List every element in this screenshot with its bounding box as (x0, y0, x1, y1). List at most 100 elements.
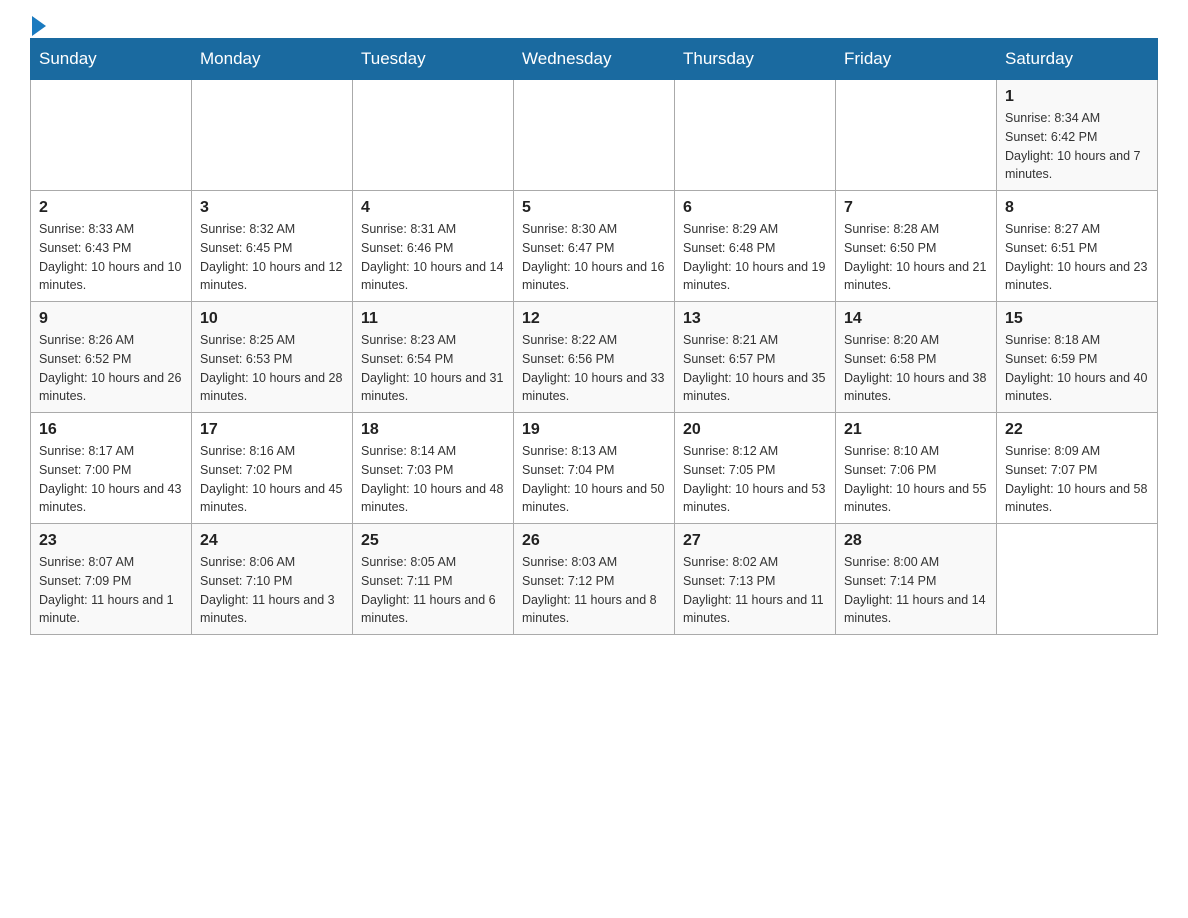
calendar-cell: 13 Sunrise: 8:21 AMSunset: 6:57 PMDayligh… (675, 302, 836, 413)
calendar-header-wednesday: Wednesday (514, 39, 675, 80)
day-number: 6 (683, 199, 827, 217)
calendar-header-saturday: Saturday (997, 39, 1158, 80)
day-number: 14 (844, 310, 988, 328)
calendar-cell: 17Sunrise: 8:16 AMSunset: 7:02 PMDayligh… (192, 413, 353, 524)
day-info: Sunrise: 8:25 AMSunset: 6:53 PMDaylight:… (200, 331, 344, 406)
calendar-header-tuesday: Tuesday (353, 39, 514, 80)
day-number: 10 (200, 310, 344, 328)
day-number: 21 (844, 421, 988, 439)
calendar-header-row: SundayMondayTuesdayWednesdayThursdayFrid… (31, 39, 1158, 80)
day-number: 19 (522, 421, 666, 439)
day-info: Sunrise: 8:26 AMSunset: 6:52 PMDaylight:… (39, 331, 183, 406)
day-number: 1 (1005, 88, 1149, 106)
calendar-week-row: 1 Sunrise: 8:34 AMSunset: 6:42 PMDaylight… (31, 80, 1158, 191)
logo-general-text (30, 20, 46, 36)
day-info: Sunrise: 8:16 AMSunset: 7:02 PMDaylight:… (200, 442, 344, 517)
calendar-header-sunday: Sunday (31, 39, 192, 80)
day-info: Sunrise: 8:07 AMSunset: 7:09 PMDaylight:… (39, 553, 183, 628)
day-number: 27 (683, 532, 827, 550)
calendar-cell: 25 Sunrise: 8:05 AMSunset: 7:11 PMDayligh… (353, 524, 514, 635)
calendar-header-thursday: Thursday (675, 39, 836, 80)
calendar-cell (675, 80, 836, 191)
day-info: Sunrise: 8:09 AMSunset: 7:07 PMDaylight:… (1005, 442, 1149, 517)
day-number: 13 (683, 310, 827, 328)
day-number: 7 (844, 199, 988, 217)
day-info: Sunrise: 8:02 AMSunset: 7:13 PMDaylight:… (683, 553, 827, 628)
calendar-cell: 9Sunrise: 8:26 AMSunset: 6:52 PMDaylight… (31, 302, 192, 413)
calendar-cell: 22 Sunrise: 8:09 AMSunset: 7:07 PMDayligh… (997, 413, 1158, 524)
day-info: Sunrise: 8:00 AMSunset: 7:14 PMDaylight:… (844, 553, 988, 628)
calendar-cell: 10 Sunrise: 8:25 AMSunset: 6:53 PMDayligh… (192, 302, 353, 413)
calendar-cell: 19 Sunrise: 8:13 AMSunset: 7:04 PMDayligh… (514, 413, 675, 524)
day-number: 8 (1005, 199, 1149, 217)
calendar-week-row: 9Sunrise: 8:26 AMSunset: 6:52 PMDaylight… (31, 302, 1158, 413)
day-number: 20 (683, 421, 827, 439)
calendar-cell: 5Sunrise: 8:30 AMSunset: 6:47 PMDaylight… (514, 191, 675, 302)
calendar-week-row: 2Sunrise: 8:33 AMSunset: 6:43 PMDaylight… (31, 191, 1158, 302)
day-info: Sunrise: 8:33 AMSunset: 6:43 PMDaylight:… (39, 220, 183, 295)
day-info: Sunrise: 8:14 AMSunset: 7:03 PMDaylight:… (361, 442, 505, 517)
calendar-cell: 26 Sunrise: 8:03 AMSunset: 7:12 PMDayligh… (514, 524, 675, 635)
calendar-table: SundayMondayTuesdayWednesdayThursdayFrid… (30, 38, 1158, 635)
day-number: 15 (1005, 310, 1149, 328)
calendar-cell: 11Sunrise: 8:23 AMSunset: 6:54 PMDayligh… (353, 302, 514, 413)
calendar-cell (353, 80, 514, 191)
day-number: 11 (361, 310, 505, 328)
logo-triangle-icon (32, 16, 46, 36)
day-number: 16 (39, 421, 183, 439)
logo (30, 20, 46, 28)
calendar-header-monday: Monday (192, 39, 353, 80)
calendar-cell: 4 Sunrise: 8:31 AMSunset: 6:46 PMDaylight… (353, 191, 514, 302)
day-info: Sunrise: 8:03 AMSunset: 7:12 PMDaylight:… (522, 553, 666, 628)
calendar-cell: 1 Sunrise: 8:34 AMSunset: 6:42 PMDaylight… (997, 80, 1158, 191)
calendar-cell (514, 80, 675, 191)
calendar-cell: 6 Sunrise: 8:29 AMSunset: 6:48 PMDaylight… (675, 191, 836, 302)
day-number: 28 (844, 532, 988, 550)
header (30, 20, 1158, 28)
day-number: 24 (200, 532, 344, 550)
day-info: Sunrise: 8:28 AMSunset: 6:50 PMDaylight:… (844, 220, 988, 295)
calendar-cell (836, 80, 997, 191)
day-number: 22 (1005, 421, 1149, 439)
calendar-week-row: 16 Sunrise: 8:17 AMSunset: 7:00 PMDayligh… (31, 413, 1158, 524)
day-info: Sunrise: 8:18 AMSunset: 6:59 PMDaylight:… (1005, 331, 1149, 406)
calendar-cell: 14 Sunrise: 8:20 AMSunset: 6:58 PMDayligh… (836, 302, 997, 413)
day-info: Sunrise: 8:29 AMSunset: 6:48 PMDaylight:… (683, 220, 827, 295)
day-number: 25 (361, 532, 505, 550)
calendar-cell (192, 80, 353, 191)
day-info: Sunrise: 8:32 AMSunset: 6:45 PMDaylight:… (200, 220, 344, 295)
day-info: Sunrise: 8:34 AMSunset: 6:42 PMDaylight:… (1005, 109, 1149, 184)
day-info: Sunrise: 8:13 AMSunset: 7:04 PMDaylight:… (522, 442, 666, 517)
calendar-cell: 3 Sunrise: 8:32 AMSunset: 6:45 PMDaylight… (192, 191, 353, 302)
day-info: Sunrise: 8:10 AMSunset: 7:06 PMDaylight:… (844, 442, 988, 517)
day-number: 5 (522, 199, 666, 217)
calendar-cell: 18Sunrise: 8:14 AMSunset: 7:03 PMDayligh… (353, 413, 514, 524)
calendar-week-row: 23 Sunrise: 8:07 AMSunset: 7:09 PMDayligh… (31, 524, 1158, 635)
calendar-cell: 12Sunrise: 8:22 AMSunset: 6:56 PMDayligh… (514, 302, 675, 413)
day-info: Sunrise: 8:31 AMSunset: 6:46 PMDaylight:… (361, 220, 505, 295)
calendar-cell (31, 80, 192, 191)
calendar-cell: 23 Sunrise: 8:07 AMSunset: 7:09 PMDayligh… (31, 524, 192, 635)
day-info: Sunrise: 8:06 AMSunset: 7:10 PMDaylight:… (200, 553, 344, 628)
day-number: 26 (522, 532, 666, 550)
day-info: Sunrise: 8:17 AMSunset: 7:00 PMDaylight:… (39, 442, 183, 517)
calendar-cell (997, 524, 1158, 635)
day-info: Sunrise: 8:12 AMSunset: 7:05 PMDaylight:… (683, 442, 827, 517)
calendar-cell: 21 Sunrise: 8:10 AMSunset: 7:06 PMDayligh… (836, 413, 997, 524)
day-info: Sunrise: 8:05 AMSunset: 7:11 PMDaylight:… (361, 553, 505, 628)
calendar-cell: 28 Sunrise: 8:00 AMSunset: 7:14 PMDayligh… (836, 524, 997, 635)
day-info: Sunrise: 8:20 AMSunset: 6:58 PMDaylight:… (844, 331, 988, 406)
day-number: 4 (361, 199, 505, 217)
calendar-header-friday: Friday (836, 39, 997, 80)
day-info: Sunrise: 8:21 AMSunset: 6:57 PMDaylight:… (683, 331, 827, 406)
calendar-cell: 16 Sunrise: 8:17 AMSunset: 7:00 PMDayligh… (31, 413, 192, 524)
day-info: Sunrise: 8:27 AMSunset: 6:51 PMDaylight:… (1005, 220, 1149, 295)
calendar-cell: 7 Sunrise: 8:28 AMSunset: 6:50 PMDaylight… (836, 191, 997, 302)
day-number: 12 (522, 310, 666, 328)
calendar-cell: 27 Sunrise: 8:02 AMSunset: 7:13 PMDayligh… (675, 524, 836, 635)
calendar-cell: 8 Sunrise: 8:27 AMSunset: 6:51 PMDaylight… (997, 191, 1158, 302)
day-number: 3 (200, 199, 344, 217)
calendar-cell: 15 Sunrise: 8:18 AMSunset: 6:59 PMDayligh… (997, 302, 1158, 413)
calendar-cell: 20 Sunrise: 8:12 AMSunset: 7:05 PMDayligh… (675, 413, 836, 524)
day-number: 23 (39, 532, 183, 550)
